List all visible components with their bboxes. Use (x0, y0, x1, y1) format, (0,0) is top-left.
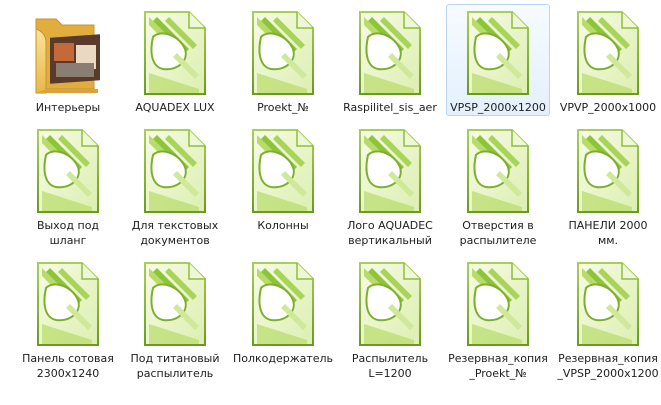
file-name-label: Лого AQUADEC вертикальный (347, 219, 433, 247)
file-name-label: Raspilitel_sis_aer (343, 101, 437, 114)
file-item[interactable]: Выход под шланг (16, 122, 120, 249)
file-item[interactable]: Полкодержатель (231, 255, 335, 367)
file-item[interactable]: VPSP_2000x1200 (446, 4, 550, 116)
file-name-label: Для текстовых документов (131, 219, 219, 247)
file-name-label: VPVP_2000x1000 (559, 101, 657, 114)
file-name-label: Резервная_копия_VPSP_2000x1200 (557, 352, 659, 380)
coreldraw-file-icon (462, 9, 534, 97)
file-name-label: AQUADEX LUX (135, 101, 215, 114)
file-item[interactable]: VPVP_2000x1000 (556, 4, 660, 116)
folder-icon (32, 9, 104, 97)
file-item[interactable]: Proekt_№ (231, 4, 335, 116)
coreldraw-file-icon (139, 127, 211, 215)
file-icon-grid: Интерьеры AQUADEX LUX Proekt_№ Raspilite… (0, 0, 661, 405)
coreldraw-file-icon (139, 260, 211, 348)
coreldraw-file-icon (247, 260, 319, 348)
coreldraw-file-icon (572, 9, 644, 97)
coreldraw-file-icon (247, 127, 319, 215)
file-name-label: Под титановый распылитель (130, 352, 220, 380)
file-item[interactable]: Лого AQUADEC вертикальный (338, 122, 442, 249)
coreldraw-file-icon (354, 260, 426, 348)
coreldraw-file-icon (32, 127, 104, 215)
file-item[interactable]: ПАНЕЛИ 2000 мм. (556, 122, 660, 249)
coreldraw-file-icon (32, 260, 104, 348)
file-item[interactable]: Для текстовых документов (123, 122, 227, 249)
coreldraw-file-icon (462, 260, 534, 348)
coreldraw-file-icon (247, 9, 319, 97)
coreldraw-file-icon (354, 9, 426, 97)
file-name-label: Полкодержатель (232, 352, 334, 365)
file-item[interactable]: AQUADEX LUX (123, 4, 227, 116)
file-item[interactable]: Распылитель L=1200 (338, 255, 442, 382)
coreldraw-file-icon (139, 9, 211, 97)
file-name-label: Резервная_копия_Proekt_№ (448, 352, 548, 380)
file-name-label: Proekt_№ (257, 101, 309, 114)
file-name-label: ПАНЕЛИ 2000 мм. (568, 219, 648, 247)
file-name-label: VPSP_2000x1200 (450, 101, 546, 114)
coreldraw-file-icon (572, 260, 644, 348)
file-item[interactable]: Под титановый распылитель (123, 255, 227, 382)
coreldraw-file-icon (572, 127, 644, 215)
file-name-label: Панель сотовая 2300х1240 (22, 352, 114, 380)
file-name-label: Колонны (257, 219, 309, 232)
file-item[interactable]: Отверстия в распылителе (446, 122, 550, 249)
coreldraw-file-icon (462, 127, 534, 215)
file-item[interactable]: Резервная_копия_Proekt_№ (446, 255, 550, 382)
file-name-label: Выход под шланг (36, 219, 100, 247)
file-name-label: Отверстия в распылителе (459, 219, 537, 247)
file-item[interactable]: Резервная_копия_VPSP_2000x1200 (556, 255, 660, 382)
file-item[interactable]: Raspilitel_sis_aer (338, 4, 442, 116)
file-name-label: Интерьеры (35, 101, 101, 114)
folder-item[interactable]: Интерьеры (16, 4, 120, 116)
file-item[interactable]: Колонны (231, 122, 335, 234)
coreldraw-file-icon (354, 127, 426, 215)
file-item[interactable]: Панель сотовая 2300х1240 (16, 255, 120, 382)
file-name-label: Распылитель L=1200 (351, 352, 429, 380)
